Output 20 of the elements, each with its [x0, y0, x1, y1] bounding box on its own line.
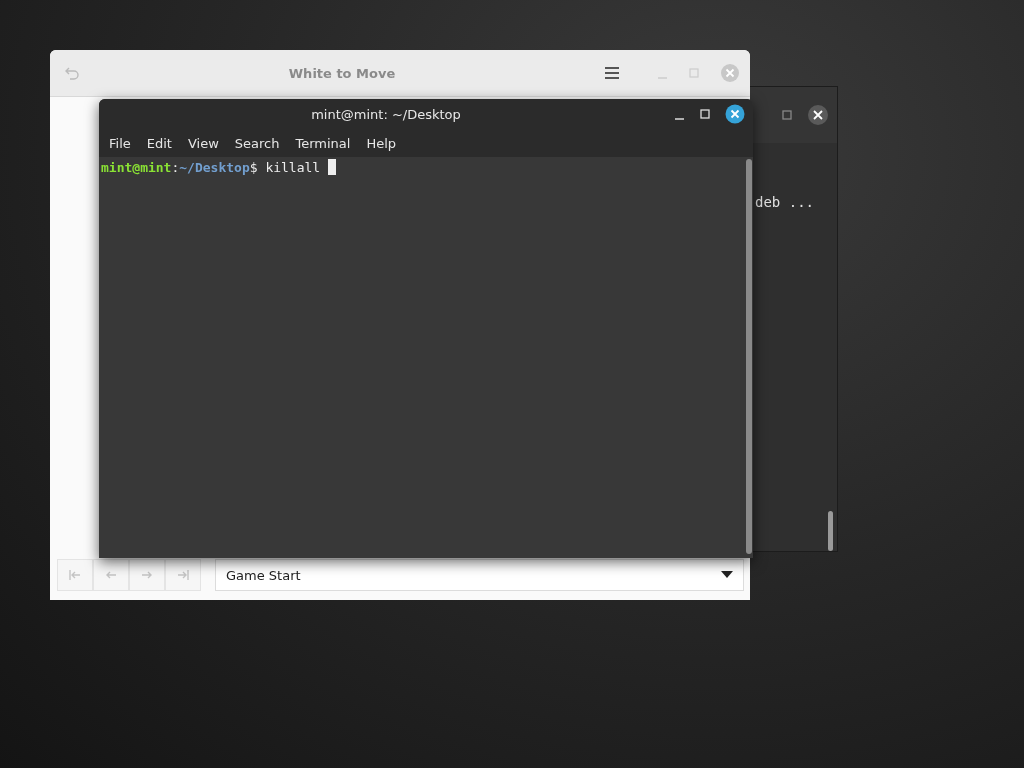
menu-item[interactable]: Terminal: [287, 135, 359, 151]
scrollbar-thumb[interactable]: [828, 511, 833, 551]
close-button[interactable]: [725, 104, 745, 124]
window-title: White to Move: [287, 65, 397, 81]
window-title: mint@mint: ~/Desktop: [310, 106, 462, 122]
close-button[interactable]: [807, 104, 829, 126]
menu-item[interactable]: File: [101, 135, 139, 151]
dropdown-caret-icon: [721, 571, 733, 579]
menu-item[interactable]: View: [179, 135, 227, 151]
undo-button[interactable]: [64, 65, 80, 81]
menu-item[interactable]: Search: [226, 135, 288, 151]
text-cursor: [328, 159, 336, 175]
scrollbar-thumb[interactable]: [746, 159, 752, 554]
menu-item[interactable]: Edit: [138, 135, 180, 151]
terminal-prompt-line: mint@mint:~/Desktop$ killall: [101, 160, 322, 175]
terminal-output-text: deb ...: [755, 194, 814, 210]
minimize-icon: [674, 118, 684, 120]
menu-button[interactable]: [604, 66, 620, 80]
move-dropdown[interactable]: Game Start: [215, 559, 744, 591]
menu-item[interactable]: Help: [358, 135, 405, 151]
